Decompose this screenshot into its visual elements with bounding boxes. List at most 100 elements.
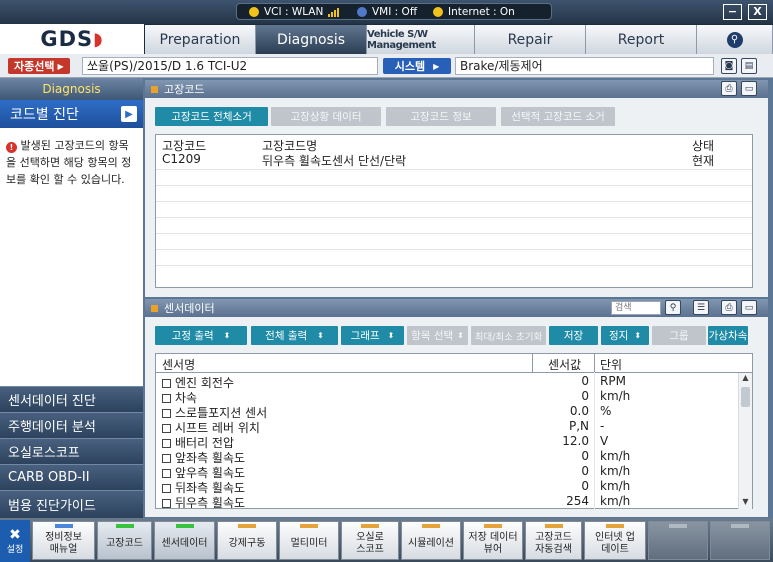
chevron-up-icon[interactable]: ▲ — [739, 373, 752, 385]
column-header-unit: 단위 — [600, 358, 623, 372]
maximize-icon[interactable]: ▭ — [741, 81, 757, 96]
settings-label: 설정 — [6, 544, 24, 555]
internet-update-button[interactable]: 인터넷 업데이트 — [584, 521, 646, 560]
row-checkbox[interactable] — [162, 439, 171, 448]
sidebar-header: Diagnosis — [0, 78, 143, 100]
minimize-button[interactable]: − — [723, 4, 742, 20]
row-checkbox[interactable] — [162, 424, 171, 433]
sidebar-item-generic-guide[interactable]: 범용 진단가이드 — [0, 490, 143, 518]
table-row[interactable]: 앞우측 휠속도 0 km/h — [156, 464, 738, 480]
search-icon[interactable]: ⚲ — [665, 300, 681, 315]
maximize-icon[interactable]: ▭ — [741, 300, 757, 315]
print-icon[interactable]: ⎙ — [721, 300, 737, 315]
table-row[interactable]: 차속 0 km/h — [156, 389, 738, 405]
empty-slot-button[interactable] — [710, 521, 770, 560]
graph-button[interactable]: 그래프 ⬍ — [341, 326, 404, 345]
oscilloscope-button[interactable]: 오실로 스코프 — [341, 521, 399, 560]
tab-repair[interactable]: Repair — [475, 25, 586, 54]
list-icon[interactable]: ☰ — [693, 300, 709, 315]
oscilloscope-label: 오실로 스코프 — [356, 531, 384, 555]
table-row[interactable]: 시프트 레버 위치 P,N - — [156, 419, 738, 435]
logo-text: GDS — [40, 27, 94, 51]
sidebar-item-carb-obd[interactable]: CARB OBD-II — [0, 464, 143, 490]
all-output-button[interactable]: 전체 출력 ⬍ — [251, 326, 338, 345]
row-checkbox[interactable] — [162, 409, 171, 418]
tab-diagnosis[interactable]: Diagnosis — [256, 25, 367, 54]
tab-report[interactable]: Report — [586, 25, 697, 54]
tab-preparation[interactable]: Preparation — [145, 25, 256, 54]
scrollbar[interactable]: ▲ ▼ — [738, 373, 752, 509]
service-manual-button[interactable]: 정비정보 매뉴얼 — [32, 521, 95, 560]
row-checkbox[interactable] — [162, 454, 171, 463]
search-icon: ⚲ — [726, 31, 743, 48]
simulation-label: 시뮬레이션 — [408, 537, 454, 549]
actuation-test-button[interactable]: 강제구동 — [217, 521, 277, 560]
sensor-name: 뒤우측 휠속도 — [175, 496, 246, 508]
settings-button[interactable]: ✖ 설정 — [0, 520, 30, 562]
vehicle-select-button[interactable]: 자종선택 ▶ — [8, 58, 70, 74]
table-row[interactable]: 뒤좌측 휠속도 0 km/h — [156, 479, 738, 495]
chevron-down-icon[interactable]: ▼ — [739, 497, 752, 509]
sensor-unit: km/h — [600, 389, 631, 403]
select-items-label: 항목 선택 — [411, 330, 454, 342]
row-checkbox[interactable] — [162, 484, 171, 493]
table-row[interactable]: 엔진 회전수 0 RPM — [156, 374, 738, 390]
dtc-auto-search-button[interactable]: 고장코드 자동검색 — [525, 521, 582, 560]
sidebar-item-sensor-data[interactable]: 센서데이터 진단 — [0, 386, 143, 412]
row-checkbox[interactable] — [162, 499, 171, 508]
vci-status-icon — [249, 7, 259, 17]
system-select-button[interactable]: 시스템 ▶ — [383, 58, 451, 74]
simulation-button[interactable]: 시뮬레이션 — [401, 521, 461, 560]
row-checkbox[interactable] — [162, 379, 171, 388]
freeze-frame-button[interactable]: 고장상황 데이터 — [271, 107, 381, 126]
graph-label: 그래프 — [350, 330, 380, 342]
sensor-unit: - — [600, 419, 605, 433]
stop-label: 정지 — [608, 330, 629, 342]
fixed-output-button[interactable]: 고정 출력 ⬍ — [155, 326, 247, 345]
save-button[interactable]: 저장 — [549, 326, 598, 345]
sidebar-item-code-diagnosis[interactable]: 코드별 진단 ▶ — [0, 100, 143, 128]
row-checkbox[interactable] — [162, 394, 171, 403]
sensor-panel: 고정 출력 ⬍ 전체 출력 ⬍ 그래프 ⬍ 항목 선택 ⬍ 최대/최소 초기화 저장 정… — [145, 317, 768, 517]
stop-button[interactable]: 정지 ⬍ — [601, 326, 649, 345]
reset-minmax-button[interactable]: 최대/최소 초기화 — [471, 326, 546, 345]
actuation-test-label: 강제구동 — [228, 537, 266, 549]
table-row[interactable]: C1209 뒤우측 휠속도센서 단선/단락 현재 — [156, 152, 752, 169]
camera-icon[interactable]: ◙ — [721, 58, 737, 74]
select-items-button[interactable]: 항목 선택 ⬍ — [407, 326, 468, 345]
print-icon[interactable]: ⎙ — [721, 81, 737, 96]
vehicle-field: 쏘울(PS)/2015/D 1.6 TCI-U2 — [82, 57, 378, 75]
empty-slot-button[interactable] — [648, 521, 708, 560]
multimeter-label: 멀티미터 — [290, 537, 328, 549]
gds-logo: GDS ◗ — [0, 24, 144, 54]
sensor-value: 0 — [581, 479, 589, 493]
dtc-info-button[interactable]: 고장코드 정보 — [386, 107, 496, 126]
table-row[interactable]: 스로틀포지션 센서 0.0 % — [156, 404, 738, 420]
group-button[interactable]: 그룹 — [652, 326, 706, 345]
dtc-button[interactable]: 고장코드 — [97, 521, 152, 560]
selective-clear-button[interactable]: 선택적 고장코드 소거 — [501, 107, 615, 126]
saved-data-viewer-button[interactable]: 저장 데이터 뷰어 — [463, 521, 523, 560]
tools-icon: ✖ — [9, 526, 21, 543]
multimeter-button[interactable]: 멀티미터 — [279, 521, 339, 560]
row-checkbox[interactable] — [162, 469, 171, 478]
clear-all-dtc-button[interactable]: 고장코드 전체소거 — [155, 107, 268, 126]
sidebar-item-oscilloscope[interactable]: 오실로스코프 — [0, 438, 143, 464]
sensor-search-input[interactable] — [611, 301, 661, 315]
table-row[interactable]: 배터리 전압 12.0 V — [156, 434, 738, 450]
table-row[interactable]: 뒤우측 휠속도 254 km/h — [156, 494, 738, 508]
dtc-status: 현재 — [692, 154, 715, 168]
virtual-speed-button[interactable]: 가상차속 — [708, 326, 748, 345]
tab-vehicle-sw-management[interactable]: Vehicle S/W Management — [367, 25, 475, 54]
vehicle-select-label: 자종선택 — [14, 60, 55, 73]
dtc-table: 고장코드 고장코드명 상태 C1209 뒤우측 휠속도센서 단선/단락 현재 — [155, 134, 753, 288]
sidebar-item-driving-data[interactable]: 주행데이터 분석 — [0, 412, 143, 438]
sensor-data-button[interactable]: 센서데이터 — [154, 521, 215, 560]
table-row[interactable]: 앞좌측 휠속도 0 km/h — [156, 449, 738, 465]
saved-data-viewer-label: 저장 데이터 뷰어 — [468, 531, 518, 555]
close-button[interactable]: X — [748, 4, 767, 20]
search-button[interactable]: ⚲ — [697, 25, 773, 54]
sensor-data-label: 센서데이터 — [161, 537, 208, 549]
scrollbar-thumb[interactable] — [741, 387, 750, 407]
capture-icon[interactable]: ▤ — [741, 58, 757, 74]
